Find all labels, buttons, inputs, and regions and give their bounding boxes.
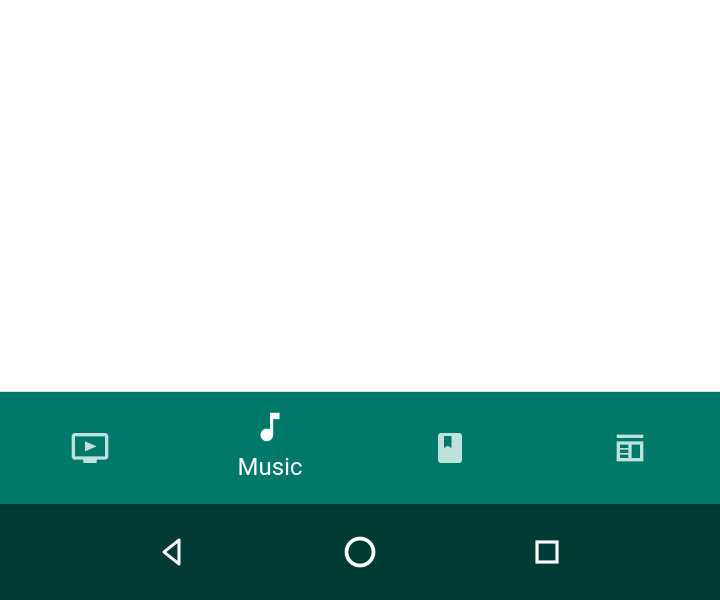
tab-music-label: Music	[238, 453, 303, 481]
android-system-nav	[0, 504, 720, 600]
book-icon	[430, 428, 470, 468]
play-tv-icon	[70, 428, 110, 468]
music-note-icon	[250, 407, 290, 447]
content-area	[0, 0, 720, 392]
tab-music[interactable]: Music	[180, 392, 360, 504]
bottom-tab-bar: Music	[0, 392, 720, 504]
tab-books[interactable]	[360, 392, 540, 504]
tab-newsstand[interactable]	[540, 392, 720, 504]
newspaper-icon	[610, 428, 650, 468]
tab-movies-tv[interactable]	[0, 392, 180, 504]
nav-back-button[interactable]	[80, 534, 267, 570]
nav-recent-button[interactable]	[453, 537, 640, 567]
nav-home-button[interactable]	[267, 534, 454, 570]
